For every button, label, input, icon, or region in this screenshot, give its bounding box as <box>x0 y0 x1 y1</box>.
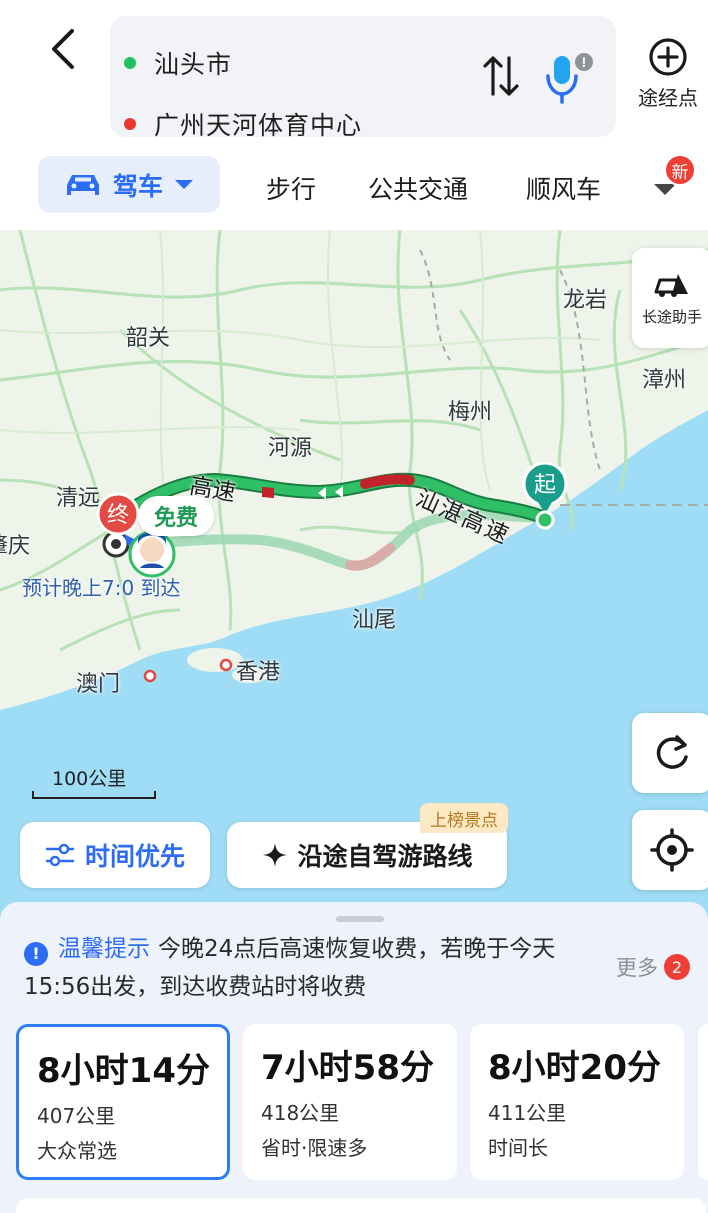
tab-walk[interactable]: 步行 <box>266 170 316 206</box>
caret-down-icon <box>175 179 193 189</box>
tab-drive-label: 驾车 <box>112 171 163 201</box>
city-label: 梅州 <box>448 400 493 425</box>
crosshair-icon <box>650 828 694 872</box>
route-distance: 418公里 <box>261 1101 340 1125</box>
route-option-card[interactable]: 7小时58分 418公里 省时·限速多 <box>243 1024 457 1180</box>
route-duration: 8小时20分 <box>488 1048 661 1088</box>
city-label: 韶关 <box>126 326 171 351</box>
route-duration: 8小时14分 <box>37 1051 210 1091</box>
scale-label: 100公里 <box>52 768 127 790</box>
city-label: 河源 <box>268 436 313 461</box>
long-trip-assistant-label: 长途助手 <box>641 307 702 326</box>
start-dot-icon <box>124 57 136 69</box>
add-waypoint-button[interactable]: 途经点 <box>628 30 708 120</box>
car-icon <box>66 174 99 195</box>
tab-drive[interactable]: 驾车 <box>38 156 220 213</box>
route-duration: 7小时58分 <box>261 1048 434 1088</box>
time-priority-button[interactable]: 时间优先 <box>20 822 210 888</box>
route-option-card-peek[interactable] <box>698 1024 708 1180</box>
route-option-card[interactable]: 8小时14分 407公里 大众常选 <box>16 1024 230 1180</box>
start-marker-label: 起 <box>534 473 556 498</box>
city-label: 肇庆 <box>0 534 31 559</box>
top-spot-badge: 上榜景点 <box>420 803 508 833</box>
map-view[interactable]: 韶关 龙岩 漳州 梅州 河源 清远 肇庆 汕尾 澳门 香港 高速 汕湛高速 起 … <box>0 230 708 920</box>
city-label: 龙岩 <box>563 288 608 313</box>
eta-label: 预计晚上7:0 到达 <box>22 576 181 600</box>
chevron-left-icon <box>52 29 74 69</box>
new-badge: 新 <box>664 154 696 186</box>
waypoint-label: 途经点 <box>638 86 698 110</box>
end-location-text: 广州天河体育中心 <box>154 111 363 140</box>
microphone-icon: ! <box>546 53 593 104</box>
scenic-route-label: 沿途自驾游路线 <box>297 842 473 871</box>
info-icon: ! <box>24 942 48 966</box>
city-label: 香港 <box>236 660 281 685</box>
drag-handle[interactable] <box>336 916 384 922</box>
more-count-badge: 2 <box>664 954 690 980</box>
car-assistant-icon <box>654 273 688 297</box>
tab-ride[interactable]: 顺风车 <box>526 170 601 206</box>
scale-bar <box>32 791 156 799</box>
time-priority-label: 时间优先 <box>84 842 185 871</box>
more-label: 更多 <box>616 956 658 980</box>
route-distance: 411公里 <box>488 1101 567 1125</box>
start-location-text: 汕头市 <box>154 50 233 79</box>
back-button[interactable] <box>40 22 86 76</box>
plus-circle-icon <box>649 38 687 76</box>
notice-title: 温馨提示 <box>58 936 150 962</box>
tab-transit[interactable]: 公共交通 <box>368 170 468 206</box>
swap-button[interactable] <box>482 54 520 98</box>
city-label: 汕尾 <box>352 608 397 633</box>
voice-input-button[interactable]: ! <box>542 50 594 106</box>
start-marker[interactable]: 起 <box>520 461 570 538</box>
sliders-icon <box>45 843 75 867</box>
toll-free-label: 免费 <box>138 496 215 536</box>
long-trip-assistant-button[interactable]: 长途助手 <box>632 248 708 348</box>
more-notices-link[interactable]: 更多 2 <box>616 952 690 982</box>
end-marker-label: 终 <box>107 503 129 528</box>
route-header: 汕头市 广州天河体育中心 ! 途经点 驾车 步行 公共交通 顺风车 新 <box>0 0 708 230</box>
route-tag: 大众常选 <box>37 1139 117 1163</box>
refresh-icon <box>656 735 688 769</box>
locate-me-button[interactable] <box>632 810 708 890</box>
route-option-card[interactable]: 8小时20分 411公里 时间长 <box>470 1024 684 1180</box>
sparkle-icon <box>263 843 288 867</box>
refresh-button[interactable] <box>632 713 708 793</box>
end-dot-icon <box>124 118 136 130</box>
svg-text:!: ! <box>582 54 587 70</box>
city-label: 漳州 <box>642 368 687 393</box>
route-tag: 省时·限速多 <box>261 1136 368 1160</box>
bottom-action-bar[interactable] <box>16 1198 706 1213</box>
route-results-sheet: ! 温馨提示 今晚24点后高速恢复收费，若晚于今天15:56出发，到达收费站时将收费… <box>0 902 708 1213</box>
route-input-box: 汕头市 广州天河体育中心 ! <box>110 16 616 140</box>
start-pin-icon: 起 <box>522 461 568 530</box>
swap-arrows-icon <box>483 56 519 96</box>
end-location-field[interactable]: 广州天河体育中心 <box>124 104 362 144</box>
map-scale: 100公里 <box>32 764 156 799</box>
start-location-field[interactable]: 汕头市 <box>124 43 232 83</box>
toll-notice: ! 温馨提示 今晚24点后高速恢复收费，若晚于今天15:56出发，到达收费站时将收费 <box>24 930 604 1006</box>
route-tag: 时间长 <box>488 1136 548 1160</box>
route-distance: 407公里 <box>37 1104 116 1128</box>
travel-mode-tabs: 驾车 步行 公共交通 顺风车 <box>0 156 708 216</box>
city-label: 澳门 <box>76 672 121 697</box>
